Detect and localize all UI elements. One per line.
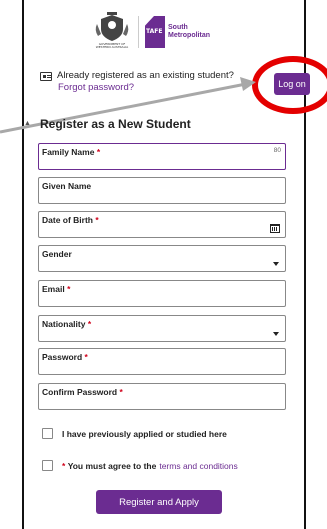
nationality-label: Nationality * <box>42 319 92 329</box>
collapse-caret-icon[interactable]: ▲ <box>24 120 31 127</box>
date-of-birth-label: Date of Birth * <box>42 215 99 225</box>
log-on-button[interactable]: Log on <box>274 73 310 95</box>
tafe-line2: Metropolitan <box>168 32 210 39</box>
id-card-icon <box>40 71 52 81</box>
agree-terms-row: * You must agree to the terms and condit… <box>42 460 238 471</box>
tafe-logo-text: South Metropolitan <box>168 24 210 40</box>
agree-terms-label: You must agree to the <box>67 460 157 471</box>
date-of-birth-field[interactable]: Date of Birth * <box>38 211 286 238</box>
email-label: Email * <box>42 284 71 294</box>
previously-applied-checkbox[interactable] <box>42 428 53 439</box>
returning-text: Already registered as an existing studen… <box>57 70 234 81</box>
forgot-password-link[interactable]: Forgot password? <box>58 82 234 94</box>
chevron-down-icon <box>273 332 279 336</box>
wa-government-crest-logo: GOVERNMENT OF WESTERN AUSTRALIA <box>92 12 132 52</box>
family-name-char-counter: 80 <box>273 147 281 154</box>
logo-row: GOVERNMENT OF WESTERN AUSTRALIA TAFE Sou… <box>92 12 210 52</box>
agree-terms-checkbox[interactable] <box>42 460 53 471</box>
password-label: Password * <box>42 352 88 362</box>
password-field[interactable]: Password * <box>38 348 286 375</box>
tafe-mark-text: TAFE <box>146 28 163 35</box>
gender-label: Gender <box>42 249 72 259</box>
tafe-logo-mark: TAFE <box>145 16 165 48</box>
given-name-label: Given Name <box>42 181 92 191</box>
family-name-field[interactable]: Family Name * 80 <box>38 143 286 170</box>
register-and-apply-button[interactable]: Register and Apply <box>96 490 222 514</box>
tafe-line1: South <box>168 24 188 31</box>
family-name-label: Family Name * <box>42 147 101 157</box>
logo-divider <box>138 16 139 48</box>
nationality-select[interactable]: Nationality * <box>38 315 286 342</box>
terms-and-conditions-link[interactable]: terms and conditions <box>159 461 237 471</box>
previously-applied-label: I have previously applied or studied her… <box>62 428 227 439</box>
agree-required-mark: * <box>62 460 66 471</box>
previously-applied-row: I have previously applied or studied her… <box>42 428 227 439</box>
chevron-down-icon <box>273 262 279 266</box>
crest-caption: GOVERNMENT OF WESTERN AUSTRALIA <box>95 42 129 49</box>
confirm-password-field[interactable]: Confirm Password * <box>38 383 286 410</box>
returning-student-prompt: Already registered as an existing studen… <box>40 70 234 94</box>
gender-select[interactable]: Gender <box>38 245 286 272</box>
confirm-password-label: Confirm Password * <box>42 387 123 397</box>
calendar-icon[interactable] <box>270 224 280 233</box>
email-field[interactable]: Email * <box>38 280 286 307</box>
given-name-field[interactable]: Given Name <box>38 177 286 204</box>
section-title: Register as a New Student <box>40 117 191 131</box>
